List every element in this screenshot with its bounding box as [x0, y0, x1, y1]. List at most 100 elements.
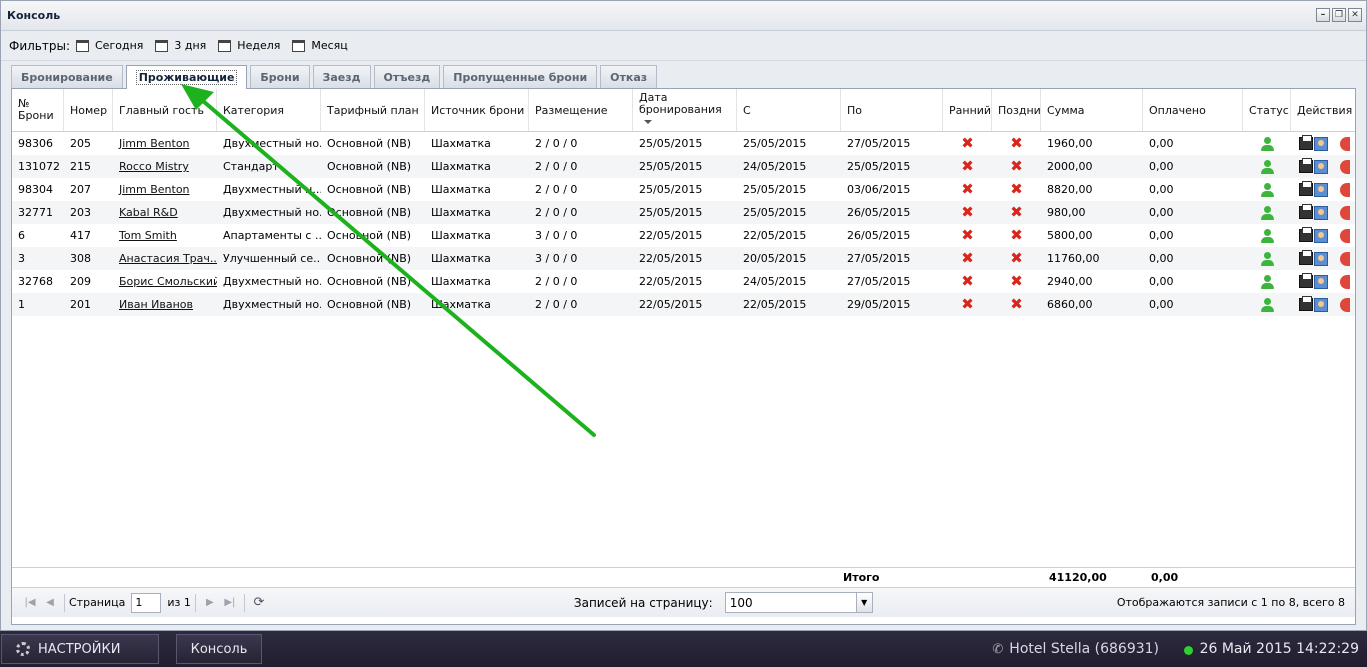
table-row[interactable]: 131072 215 Rocco Mistry Стандарт Основной (N… [12, 155, 1355, 178]
col-source[interactable]: Источник брони [425, 89, 529, 131]
delete-icon[interactable] [1340, 159, 1350, 174]
delete-icon[interactable] [1340, 228, 1350, 243]
tab-residents[interactable]: Проживающие [125, 65, 248, 89]
console-taskbar-button[interactable]: Консоль [176, 634, 262, 664]
refresh-icon[interactable]: ⟳ [249, 593, 269, 613]
filter-3-days[interactable]: 3 дня [155, 39, 206, 52]
tab-check-out[interactable]: Отъезд [373, 65, 441, 88]
cell-sum: 2940,00 [1047, 275, 1093, 288]
guest-status-icon[interactable] [1260, 159, 1274, 174]
guest-link[interactable]: Борис Смольский [113, 270, 217, 293]
guest-link[interactable]: Jimm Benton [113, 132, 217, 155]
cell-room: 203 [70, 206, 91, 219]
guest-status-icon[interactable] [1260, 228, 1274, 243]
table-row[interactable]: 6 417 Tom Smith Апартаменты с ... Основной (… [12, 224, 1355, 247]
cell-source: Шахматка [431, 298, 491, 311]
guest-status-icon[interactable] [1260, 205, 1274, 220]
table-row[interactable]: 1 201 Иван Иванов Двухместный но... Основной… [12, 293, 1355, 316]
guest-link[interactable]: Kabal R&D [113, 201, 217, 224]
print-icon[interactable] [1299, 227, 1313, 242]
col-booking-date[interactable]: Дата бронирования [633, 89, 737, 131]
table-row[interactable]: 3 308 Анастасия Трач... Улучшенный се... Осн… [12, 247, 1355, 270]
tab-check-in[interactable]: Заезд [312, 65, 371, 88]
filter-month[interactable]: Месяц [292, 39, 348, 52]
guest-link[interactable]: Tom Smith [113, 224, 217, 247]
col-from[interactable]: С [737, 89, 841, 131]
col-to[interactable]: По [841, 89, 943, 131]
guest-link[interactable]: Rocco Mistry [113, 155, 217, 178]
cell-actions [1291, 201, 1353, 224]
guest-status-icon[interactable] [1260, 274, 1274, 289]
guest-card-icon[interactable] [1314, 182, 1328, 197]
filter-week[interactable]: Неделя [218, 39, 280, 52]
guest-status-icon[interactable] [1260, 251, 1274, 266]
col-sum[interactable]: Сумма [1041, 89, 1143, 131]
tab-reservations[interactable]: Брони [250, 65, 310, 88]
guest-link[interactable]: Jimm Benton [113, 178, 217, 201]
table-row[interactable]: 98304 207 Jimm Benton Двухместный н... Основ… [12, 178, 1355, 201]
delete-icon[interactable] [1340, 274, 1350, 289]
print-icon[interactable] [1299, 204, 1313, 219]
col-booking-id[interactable]: № Брони [12, 89, 64, 131]
table-row[interactable]: 32771 203 Kabal R&D Двухместный но... Основн… [12, 201, 1355, 224]
guest-link[interactable]: Анастасия Трач... [113, 247, 217, 270]
guest-card-icon[interactable] [1314, 228, 1328, 243]
guest-link[interactable]: Иван Иванов [113, 293, 217, 316]
cell-actions [1291, 270, 1353, 293]
tab-cancelled[interactable]: Отказ [600, 65, 658, 88]
print-icon[interactable] [1299, 273, 1313, 288]
guest-card-icon[interactable] [1314, 251, 1328, 266]
last-page-icon[interactable]: ▶| [220, 593, 240, 613]
delete-icon[interactable] [1340, 251, 1350, 266]
cell-status [1243, 293, 1291, 316]
col-rate-plan[interactable]: Тарифный план [321, 89, 425, 131]
first-page-icon[interactable]: |◀ [20, 593, 40, 613]
col-room[interactable]: Номер [64, 89, 113, 131]
cell-room: 201 [70, 298, 91, 311]
col-category[interactable]: Категория [217, 89, 321, 131]
print-icon[interactable] [1299, 135, 1313, 150]
delete-icon[interactable] [1340, 182, 1350, 197]
col-late[interactable]: Поздний [992, 89, 1041, 131]
restore-icon[interactable]: ❐ [1332, 8, 1346, 22]
guest-card-icon[interactable] [1314, 297, 1328, 312]
guest-status-icon[interactable] [1260, 136, 1274, 151]
print-icon[interactable] [1299, 250, 1313, 265]
col-placement[interactable]: Размещение [529, 89, 633, 131]
col-status[interactable]: Статус [1243, 89, 1291, 131]
cell-late: ✖ [992, 224, 1041, 247]
col-main-guest[interactable]: Главный гость [113, 89, 217, 131]
print-icon[interactable] [1299, 296, 1313, 311]
filter-today[interactable]: Сегодня [76, 39, 143, 52]
guest-status-icon[interactable] [1260, 182, 1274, 197]
guest-card-icon[interactable] [1314, 136, 1328, 151]
prev-page-icon[interactable]: ◀ [40, 593, 60, 613]
guest-status-icon[interactable] [1260, 297, 1274, 312]
guest-card-icon[interactable] [1314, 159, 1328, 174]
col-early[interactable]: Ранний з [943, 89, 992, 131]
guest-card-icon[interactable] [1314, 205, 1328, 220]
delete-icon[interactable] [1340, 297, 1350, 312]
next-page-icon[interactable]: ▶ [200, 593, 220, 613]
minimize-icon[interactable]: – [1316, 8, 1330, 22]
page-input[interactable]: 1 [131, 592, 162, 613]
chevron-down-icon[interactable]: ▼ [855, 593, 872, 612]
col-actions[interactable]: Действия [1291, 89, 1353, 131]
table-row[interactable]: 98306 205 Jimm Benton Двухместный но... Осно… [12, 132, 1355, 155]
delete-icon[interactable] [1340, 205, 1350, 220]
guest-card-icon[interactable] [1314, 274, 1328, 289]
sort-desc-icon [644, 120, 652, 124]
cell-late: ✖ [992, 155, 1041, 178]
close-icon[interactable]: ✕ [1348, 8, 1362, 22]
print-icon[interactable] [1299, 181, 1313, 196]
tab-missed[interactable]: Пропущенные брони [443, 65, 598, 88]
settings-button[interactable]: НАСТРОЙКИ [1, 634, 159, 664]
print-icon[interactable] [1299, 158, 1313, 173]
table-row[interactable]: 32768 209 Борис Смольский Двухместный но...… [12, 270, 1355, 293]
cell-paid: 0,00 [1149, 275, 1174, 288]
col-paid[interactable]: Оплачено [1143, 89, 1243, 131]
reject-icon: ✖ [1010, 249, 1023, 267]
per-page-select[interactable]: 100 ▼ [724, 592, 873, 613]
tab-bookings[interactable]: Бронирование [11, 65, 123, 88]
delete-icon[interactable] [1340, 136, 1350, 151]
